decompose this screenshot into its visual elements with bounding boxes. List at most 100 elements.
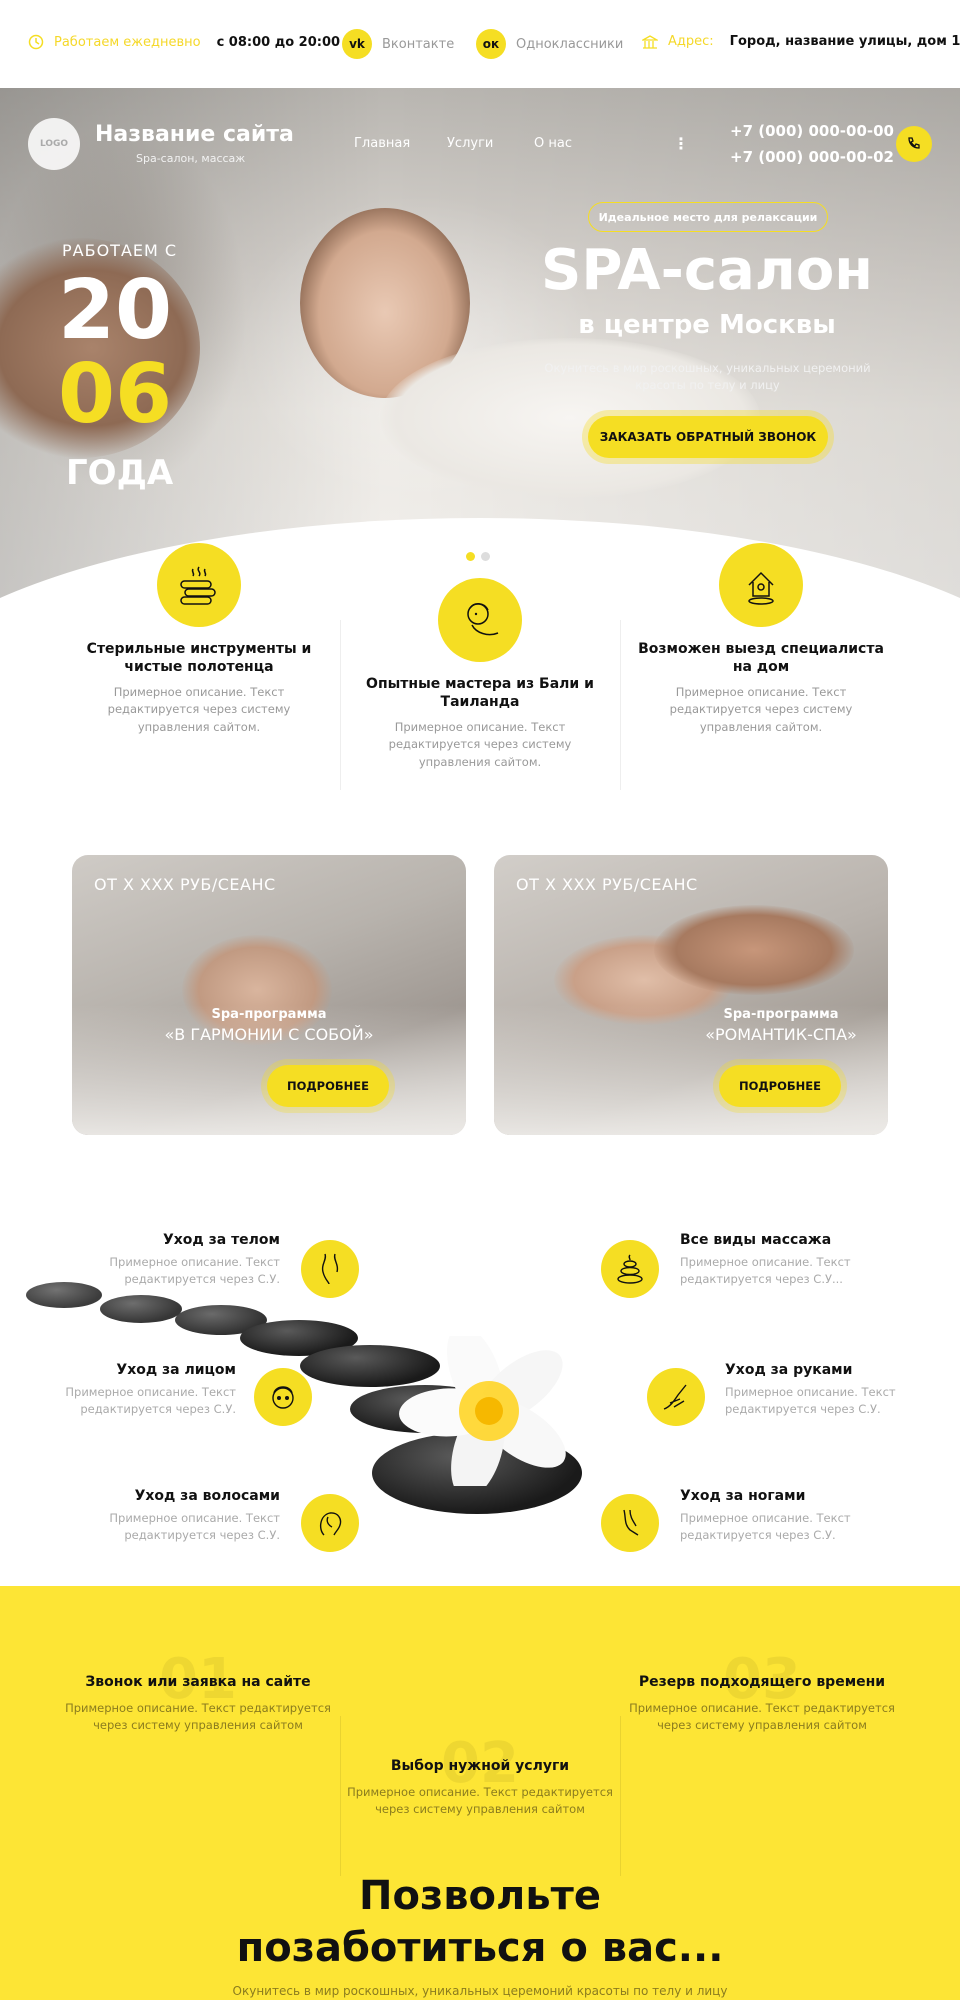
step-text: Примерное описание. Текст редактируется …	[347, 1785, 613, 1817]
slider-dot-1[interactable]	[466, 552, 475, 561]
odnoklassniki-icon: ок	[476, 29, 506, 59]
hands-icon	[647, 1368, 705, 1426]
building-icon	[642, 34, 658, 49]
feature-title: Стерильные инструменты и чистые полотенц…	[86, 641, 312, 675]
step-2: 02 Выбор нужной услуги Примерное описани…	[330, 1736, 630, 1819]
nav-home[interactable]: Главная	[354, 136, 410, 151]
years-word: ГОДА	[66, 453, 174, 493]
vk-icon: vk	[342, 29, 372, 59]
call-button[interactable]	[896, 126, 932, 162]
feature-text: Примерное описание. Текст редактируется …	[388, 720, 572, 769]
program-card-1[interactable]: ОТ Х ХХХ РУБ/СЕАНС Spa-программа «В ГАРМ…	[72, 855, 466, 1135]
service-body[interactable]: Уход за телом Примерное описание. Текст …	[60, 1232, 280, 1289]
face-mask-icon	[438, 578, 522, 662]
program-name: «В ГАРМОНИИ С СОБОЙ»	[164, 1025, 374, 1044]
service-hair[interactable]: Уход за волосами Примерное описание. Тек…	[60, 1488, 280, 1545]
site-title[interactable]: Название сайта	[95, 122, 294, 147]
service-title: Уход за телом	[162, 1232, 280, 1248]
phone-1[interactable]: +7 (000) 000-00-00	[730, 122, 894, 140]
service-text: Примерное описание. Текст редактируется …	[680, 1255, 851, 1287]
service-title: Уход за руками	[725, 1362, 853, 1378]
hair-icon	[301, 1494, 359, 1552]
program-details-button[interactable]: ПОДРОБНЕЕ	[267, 1065, 389, 1107]
program-price: ОТ Х ХХХ РУБ/СЕАНС	[516, 875, 698, 894]
program-price: ОТ Х ХХХ РУБ/СЕАНС	[94, 875, 276, 894]
service-text: Примерное описание. Текст редактируется …	[65, 1385, 236, 1417]
vk-link[interactable]: vk Вконтакте	[342, 29, 454, 59]
divider	[340, 620, 341, 790]
nav-services[interactable]: Услуги	[447, 136, 493, 151]
step-text: Примерное описание. Текст редактируется …	[629, 1701, 895, 1733]
hours-label: Работаем ежедневно	[54, 34, 201, 50]
massage-stones-icon	[601, 1240, 659, 1298]
service-title: Все виды массажа	[680, 1232, 832, 1248]
hero-badge: Идеальное место для релаксации	[588, 202, 828, 232]
feature-text: Примерное описание. Текст редактируется …	[669, 685, 853, 734]
program-card-2[interactable]: ОТ Х ХХХ РУБ/СЕАНС Spa-программа «РОМАНТ…	[494, 855, 888, 1135]
site-logo[interactable]: LOGO	[28, 118, 80, 170]
step-title: Звонок или заявка на сайте	[85, 1674, 311, 1690]
slider-dots	[466, 552, 490, 561]
site-subtitle: Spa-салон, массаж	[136, 152, 246, 165]
hero-subtitle: в центре Москвы	[578, 310, 836, 340]
feature-title: Возможен выезд специалиста на дом	[638, 641, 884, 675]
service-title: Уход за лицом	[116, 1362, 236, 1378]
service-text: Примерное описание. Текст редактируется …	[725, 1385, 896, 1417]
ok-label: Одноклассники	[516, 36, 624, 52]
service-title: Уход за ногами	[680, 1488, 806, 1504]
callback-button[interactable]: ЗАКАЗАТЬ ОБРАТНЫЙ ЗВОНОК	[588, 416, 828, 458]
feature-sterile: Стерильные инструменты и чистые полотенц…	[74, 543, 324, 736]
step-title: Резерв подходящего времени	[638, 1674, 886, 1690]
address-label: Адрес:	[668, 34, 714, 49]
care-subtitle: Окунитесь в мир роскошных, уникальных це…	[232, 1984, 728, 1998]
face-care-icon	[254, 1368, 312, 1426]
divider	[620, 1716, 621, 1876]
body-icon	[301, 1240, 359, 1298]
service-legs[interactable]: Уход за ногами Примерное описание. Текст…	[680, 1488, 900, 1545]
step-1: 01 Звонок или заявка на сайте Примерное …	[48, 1652, 348, 1735]
clock-icon	[28, 34, 44, 50]
phone-2[interactable]: +7 (000) 000-00-02	[730, 148, 894, 166]
step-3: 03 Резерв подходящего времени Примерное …	[612, 1652, 912, 1735]
feature-title: Опытные мастера из Бали и Таиланда	[366, 676, 594, 710]
vk-label: Вконтакте	[382, 36, 455, 52]
hours-value: с 08:00 до 20:00	[216, 34, 341, 50]
service-text: Примерное описание. Текст редактируется …	[109, 1255, 280, 1287]
slider-dot-2[interactable]	[481, 552, 490, 561]
program-name: «РОМАНТИК-СПА»	[705, 1025, 857, 1044]
since-label: РАБОТАЕМ С	[62, 241, 178, 260]
phone-icon	[908, 137, 920, 149]
service-text: Примерное описание. Текст редактируется …	[680, 1511, 851, 1543]
program-details-button[interactable]: ПОДРОБНЕЕ	[719, 1065, 841, 1107]
feature-text: Примерное описание. Текст редактируется …	[107, 685, 291, 734]
program-label: Spa-программа	[723, 1007, 839, 1022]
plumeria-flower-icon	[399, 1336, 566, 1486]
service-title: Уход за волосами	[134, 1488, 280, 1504]
address-info: Адрес: Город, название улицы, дом 1	[642, 34, 960, 49]
address-value: Город, название улицы, дом 1	[729, 34, 960, 49]
care-title-line-1: Позвольте	[359, 1873, 601, 1919]
feature-home-visit: Возможен выезд специалиста на дом Пример…	[636, 543, 886, 736]
hero-description: Окунитесь в мир роскошных, уникальных це…	[544, 361, 871, 393]
feature-masters: Опытные мастера из Бали и Таиланда Приме…	[355, 578, 605, 771]
year-part-1: 20	[58, 263, 173, 358]
more-menu-icon[interactable]: ⋮	[673, 134, 689, 153]
year-part-2: 06	[58, 347, 173, 442]
hours-info: Работаем ежедневно с 08:00 до 20:00	[28, 34, 340, 50]
program-label: Spa-программа	[211, 1007, 327, 1022]
service-hands[interactable]: Уход за руками Примерное описание. Текст…	[725, 1362, 925, 1419]
care-title: Позвольте позаботиться о вас...	[0, 1870, 960, 1974]
home-location-icon	[719, 543, 803, 627]
hero-title: SPA-салон	[541, 238, 873, 303]
service-face[interactable]: Уход за лицом Примерное описание. Текст …	[40, 1362, 236, 1419]
top-bar: Работаем ежедневно с 08:00 до 20:00 vk В…	[0, 0, 960, 88]
divider	[620, 620, 621, 790]
step-title: Выбор нужной услуги	[390, 1758, 570, 1774]
nav-about[interactable]: О нас	[534, 136, 572, 151]
care-title-line-2: позаботиться о вас...	[236, 1925, 724, 1971]
service-massage[interactable]: Все виды массажа Примерное описание. Тек…	[680, 1232, 900, 1289]
towels-icon	[157, 543, 241, 627]
legs-icon	[601, 1494, 659, 1552]
step-text: Примерное описание. Текст редактируется …	[65, 1701, 331, 1733]
odnoklassniki-link[interactable]: ок Одноклассники	[476, 29, 623, 59]
